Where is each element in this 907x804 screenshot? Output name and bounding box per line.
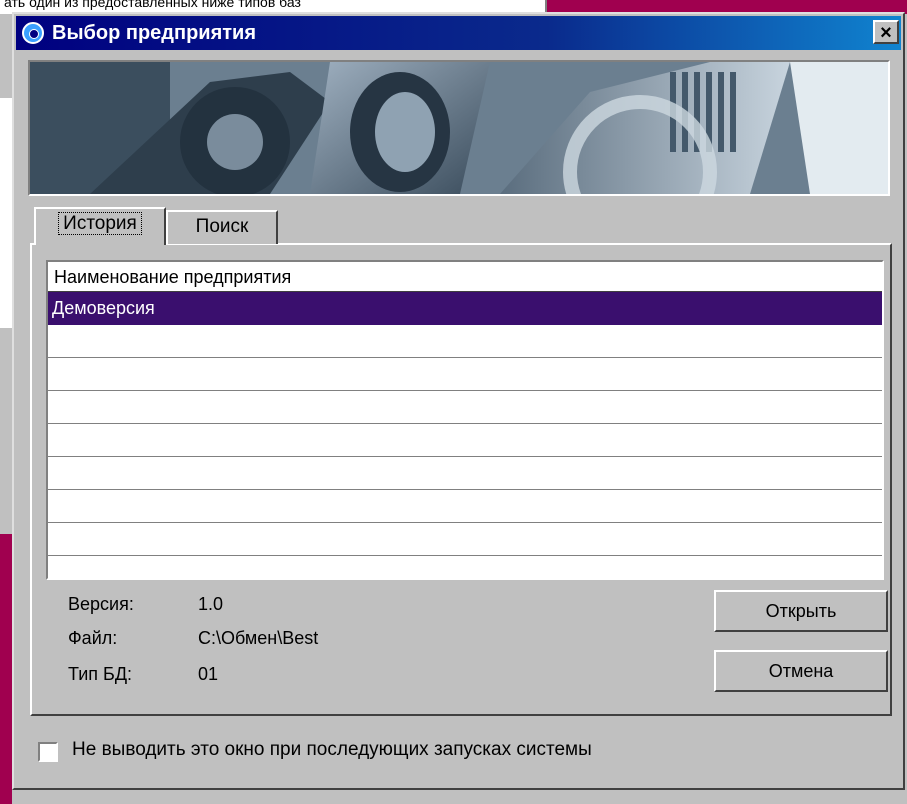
enterprise-list[interactable]: Наименование предприятия Демоверсия bbox=[46, 260, 884, 580]
dont-show-checkbox[interactable] bbox=[38, 742, 58, 762]
open-button[interactable]: Открыть bbox=[714, 590, 888, 632]
enterprise-select-dialog: Выбор предприятия × История Поиск Наимен… bbox=[12, 12, 905, 790]
tab-history-label: История bbox=[58, 212, 142, 235]
title-bar[interactable]: Выбор предприятия × bbox=[16, 16, 901, 50]
tab-search[interactable]: Поиск bbox=[166, 210, 278, 244]
list-item[interactable] bbox=[48, 358, 882, 391]
close-button[interactable]: × bbox=[873, 20, 899, 44]
list-item[interactable] bbox=[48, 490, 882, 523]
list-item[interactable] bbox=[48, 391, 882, 424]
version-label: Версия: bbox=[68, 594, 134, 614]
tab-search-label: Поиск bbox=[195, 216, 249, 237]
db-type-label: Тип БД: bbox=[68, 664, 133, 684]
version-value: 1.0 bbox=[198, 594, 224, 614]
list-column-header[interactable]: Наименование предприятия bbox=[48, 262, 882, 292]
dialog-title: Выбор предприятия bbox=[52, 22, 257, 44]
list-item[interactable]: Демоверсия bbox=[48, 292, 882, 325]
background-panel bbox=[0, 534, 12, 804]
file-value: C:\Обмен\Best bbox=[198, 628, 319, 648]
list-item[interactable] bbox=[48, 424, 882, 457]
background-panel bbox=[0, 98, 12, 328]
file-label: Файл: bbox=[68, 628, 118, 648]
list-item[interactable] bbox=[48, 523, 882, 556]
tab-history[interactable]: История bbox=[34, 207, 166, 245]
list-item[interactable] bbox=[48, 325, 882, 358]
background-left-edge bbox=[0, 14, 12, 804]
list-item[interactable] bbox=[48, 457, 882, 490]
dont-show-checkbox-label[interactable]: Не выводить это окно при последующих зап… bbox=[72, 739, 592, 761]
app-globe-icon bbox=[22, 22, 44, 44]
cancel-button[interactable]: Отмена bbox=[714, 650, 888, 692]
gears-illustration bbox=[30, 62, 888, 194]
banner-image bbox=[28, 60, 890, 196]
db-type-value: 01 bbox=[198, 664, 219, 684]
background-window-text: ать один из предоставленных ниже типов б… bbox=[4, 0, 301, 10]
